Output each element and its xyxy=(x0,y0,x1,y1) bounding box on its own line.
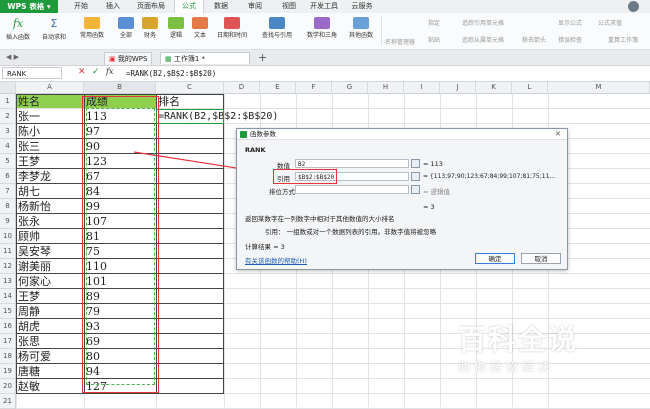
parameter-description: 引用： 一组数或对一个数据列表的引用。非数字值将被忽略 xyxy=(265,228,437,236)
function-name: RANK xyxy=(245,146,266,154)
arg-order-input[interactable] xyxy=(295,185,409,194)
dialog-app-icon xyxy=(240,131,247,138)
arg-number-result: = 113 xyxy=(423,160,443,168)
mid-result: = 3 xyxy=(423,203,435,211)
calc-result: 计算结果 = 3 xyxy=(245,243,285,251)
arg-order-result: = 逻辑值 xyxy=(423,188,451,196)
range-picker-icon[interactable] xyxy=(411,159,420,168)
arg-order-label: 排位方式 xyxy=(269,188,295,196)
ok-button[interactable]: 确定 xyxy=(475,253,515,264)
cancel-button[interactable]: 取消 xyxy=(521,253,561,264)
watermark-title: 百科全说 xyxy=(458,323,579,356)
watermark-subtitle: 助你轻松解决 xyxy=(458,360,555,374)
dialog-close-icon[interactable]: ✕ xyxy=(555,129,561,140)
dialog-title-bar: 函数参数 ✕ xyxy=(237,129,567,140)
range-picker-icon[interactable] xyxy=(411,185,420,194)
range-picker-icon[interactable] xyxy=(411,172,420,181)
dialog-title: 函数参数 xyxy=(250,130,276,138)
help-link[interactable]: 有关该函数的帮助(H) xyxy=(245,255,307,265)
arg-number-input[interactable]: B2 xyxy=(295,159,409,168)
function-description: 返回某数字在一列数字中相对于其他数值的大小排名 xyxy=(245,215,395,223)
ref-input-highlight xyxy=(273,169,337,184)
function-arguments-dialog: 函数参数 ✕ RANK 数值 B2 = 113 引用 $B$2:$B$20 = … xyxy=(236,128,568,270)
arg-ref-result: = {113;97;90;123;67;84;99;107;81;75;11..… xyxy=(423,173,556,180)
watermark: 百科全说 助你轻松解决 xyxy=(458,318,608,375)
